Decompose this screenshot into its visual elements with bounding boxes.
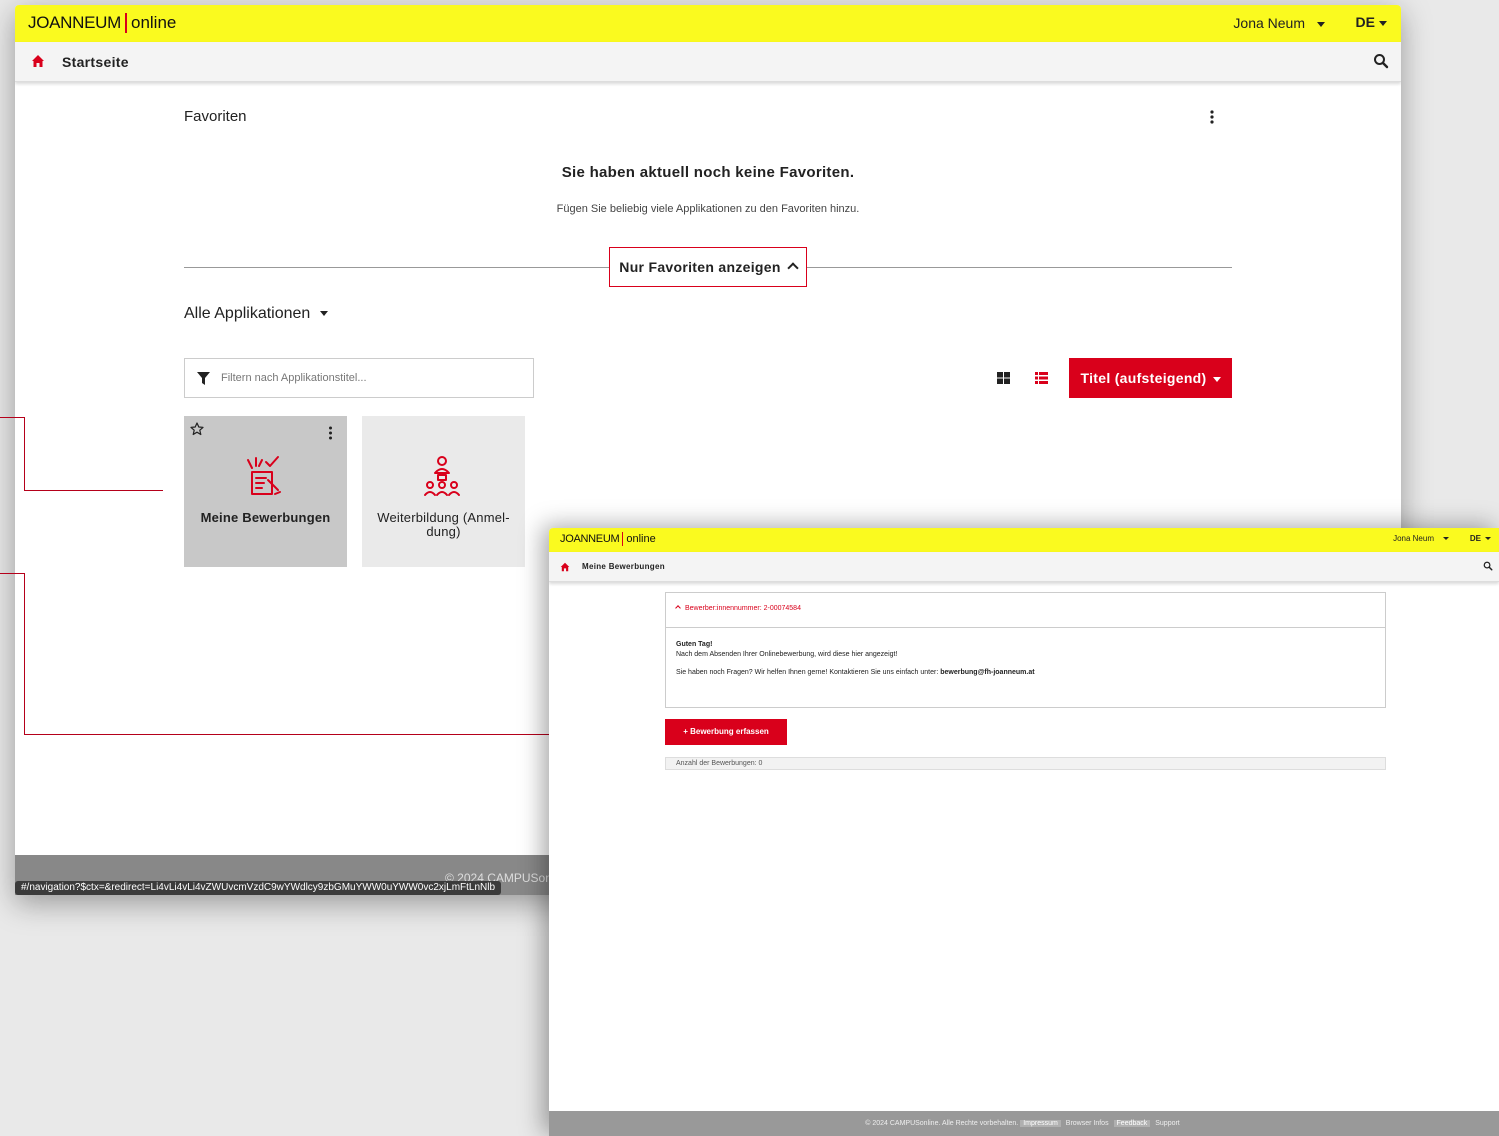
connector-line <box>0 573 24 574</box>
logo-brand: JOANNEUM <box>28 13 121 32</box>
logo-suffix: online <box>131 13 177 32</box>
connector-line <box>24 417 25 490</box>
applicant-panel-header[interactable]: Bewerber:innennummer: 2-00074584 <box>666 593 1385 628</box>
joanneum-logo[interactable]: JOANNEUM online <box>560 532 656 546</box>
filter-icon <box>197 372 210 385</box>
all-apps-dropdown[interactable]: Alle Applikationen <box>184 305 329 323</box>
user-name: Jona Neum <box>1393 534 1434 543</box>
more-options-icon[interactable] <box>328 426 333 440</box>
info-text: Nach dem Absenden Ihrer Onlinebewerbung,… <box>676 651 898 658</box>
show-favorites-only-label: Nur Favoriten anzeigen <box>619 259 781 275</box>
chevron-down-icon <box>1443 537 1449 541</box>
home-icon[interactable] <box>31 54 45 68</box>
footer-link-impressum[interactable]: Impressum <box>1020 1120 1061 1127</box>
application-count: Anzahl der Bewerbungen: 0 <box>665 757 1386 770</box>
applicant-panel: Bewerber:innennummer: 2-00074584 Guten T… <box>665 592 1386 708</box>
search-icon[interactable] <box>1373 53 1389 69</box>
connector-line <box>0 417 24 418</box>
user-menu[interactable]: Jona Neum <box>1393 534 1449 543</box>
chevron-down-icon <box>1379 20 1387 26</box>
empty-favorites-subtitle: Fügen Sie beliebig viele Applikationen z… <box>556 203 860 215</box>
chevron-up-icon <box>787 262 799 274</box>
home-icon[interactable] <box>560 562 570 572</box>
app-tile-label-line1: Weiterbildung (Anmel- <box>377 510 510 525</box>
language-menu[interactable]: DE <box>1470 534 1491 543</box>
user-name: Jona Neum <box>1233 15 1305 31</box>
joanneum-logo[interactable]: JOANNEUM online <box>28 13 176 33</box>
footer-link-browser-infos[interactable]: Browser Infos <box>1063 1120 1112 1127</box>
list-view-icon[interactable] <box>1035 372 1048 384</box>
language-label: DE <box>1355 14 1375 30</box>
top-bar: JOANNEUM online Jona Neum DE <box>15 5 1401 42</box>
sort-dropdown-button[interactable]: Titel (aufsteigend) <box>1069 358 1232 398</box>
logo-separator <box>622 532 624 546</box>
all-apps-label: Alle Applikationen <box>184 305 311 322</box>
show-favorites-only-button[interactable]: Nur Favoriten anzeigen <box>609 247 807 287</box>
application-form-icon <box>247 456 281 495</box>
search-icon[interactable] <box>1483 561 1493 571</box>
language-label: DE <box>1469 534 1481 543</box>
status-url: #/navigation?$ctx=&redirect=Li4vLi4vLi4v… <box>15 881 502 895</box>
detail-window: JOANNEUM online Jona Neum DE Meine Bewer… <box>549 528 1499 1136</box>
grid-view-icon[interactable] <box>997 372 1010 384</box>
contact-email-link[interactable]: bewerbung@fh-joanneum.at <box>940 669 1034 676</box>
more-options-icon[interactable] <box>1209 109 1215 125</box>
connector-line <box>24 490 163 491</box>
chevron-down-icon <box>1317 21 1325 27</box>
group-training-icon <box>424 456 460 496</box>
chevron-down-icon <box>320 311 329 317</box>
user-menu[interactable]: Jona Neum <box>1233 15 1325 31</box>
applicant-number: Bewerber:innennummer: 2-00074584 <box>685 605 801 612</box>
page-title: Startseite <box>62 54 129 70</box>
footer-link-support[interactable]: Support <box>1152 1120 1183 1127</box>
language-menu[interactable]: DE <box>1356 14 1387 30</box>
chevron-down-icon <box>1212 376 1221 382</box>
star-icon[interactable] <box>190 422 204 436</box>
footer: © 2024 CAMPUSonline. Alle Rechte vorbeha… <box>549 1111 1499 1136</box>
chevron-up-icon <box>675 605 681 611</box>
top-bar: JOANNEUM online Jona Neum DE <box>549 528 1499 552</box>
app-tile-meine-bewerbungen[interactable]: Meine Bewerbungen <box>184 416 347 567</box>
logo-separator <box>125 13 127 33</box>
empty-favorites-title: Sie haben aktuell noch keine Favoriten. <box>561 164 855 181</box>
page-title: Meine Bewerbungen <box>582 562 665 571</box>
filter-box <box>184 358 534 398</box>
footer-link-feedback[interactable]: Feedback <box>1113 1120 1151 1127</box>
chevron-down-icon <box>1485 537 1491 541</box>
logo-suffix: online <box>626 533 656 545</box>
filter-input[interactable] <box>221 367 521 389</box>
favorites-title: Favoriten <box>184 108 247 125</box>
app-tile-label: Meine Bewerbungen <box>200 510 331 525</box>
app-tile-label-line2: dung) <box>426 524 461 539</box>
sort-label: Titel (aufsteigend) <box>1080 370 1207 386</box>
logo-brand: JOANNEUM <box>560 533 620 545</box>
greeting: Guten Tag! <box>676 641 713 648</box>
app-tile-weiterbildung[interactable]: Weiterbildung (Anmel- dung) <box>362 416 525 567</box>
connector-line <box>24 573 25 735</box>
contact-prefix: Sie haben noch Fragen? Wir helfen Ihnen … <box>676 669 939 676</box>
add-application-button[interactable]: + Bewerbung erfassen <box>665 719 787 745</box>
applicant-panel-body: Guten Tag! Nach dem Absenden Ihrer Onlin… <box>666 628 1385 690</box>
contact-text: Sie haben noch Fragen? Wir helfen Ihnen … <box>676 668 1375 678</box>
app-tile-label: Weiterbildung (Anmel- dung) <box>362 511 525 539</box>
footer-copyright: © 2024 CAMPUSonline. Alle Rechte vorbeha… <box>865 1120 1019 1127</box>
nav-bar: Meine Bewerbungen <box>549 552 1499 582</box>
nav-bar: Startseite <box>15 42 1401 82</box>
